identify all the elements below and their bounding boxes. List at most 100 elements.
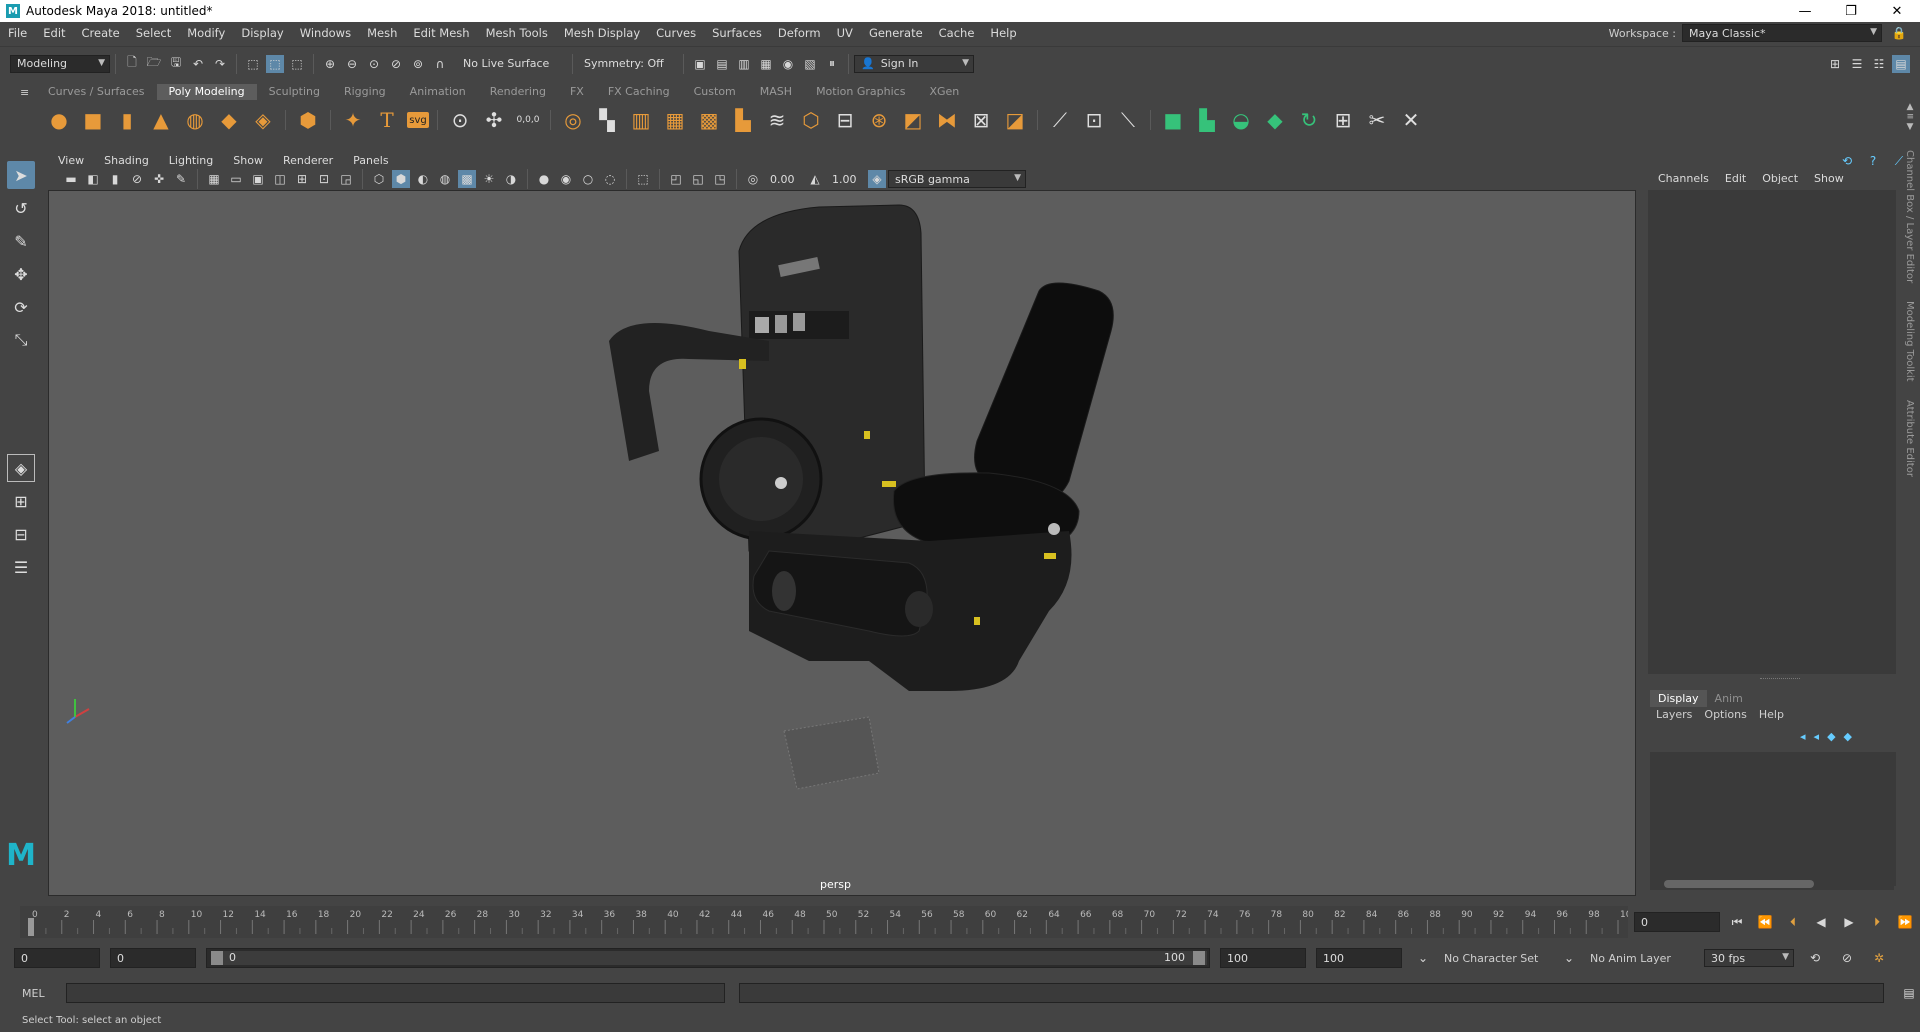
tab-anim[interactable]: Anim: [1707, 690, 1751, 707]
tab-fx[interactable]: FX: [558, 84, 596, 100]
channel-object-menu[interactable]: Object: [1754, 172, 1806, 185]
menu-file[interactable]: File: [0, 26, 35, 40]
step-forward-frame-icon[interactable]: ⏵: [1868, 913, 1886, 931]
single-view-icon[interactable]: ◈: [7, 454, 35, 482]
anim-layer-icon[interactable]: ⌄: [1560, 949, 1578, 967]
bevel-icon[interactable]: ⊟: [831, 106, 859, 134]
move-layer-up-icon[interactable]: ◂: [1800, 730, 1806, 743]
character-set-label[interactable]: No Character Set: [1444, 952, 1548, 965]
layer-scrollbar[interactable]: [1650, 880, 1894, 890]
menu-cache[interactable]: Cache: [931, 26, 983, 40]
soft-select-icon[interactable]: ✣: [480, 106, 508, 134]
viewport-menu-shading[interactable]: Shading: [94, 154, 159, 167]
viewport-menu-view[interactable]: View: [48, 154, 94, 167]
menu-mesh-display[interactable]: Mesh Display: [556, 26, 648, 40]
poly-disc-icon[interactable]: ◈: [249, 106, 277, 134]
extract-icon[interactable]: ▥: [627, 106, 655, 134]
snap-grid-icon[interactable]: ⊕: [321, 55, 339, 73]
exposure-icon[interactable]: ◎: [744, 170, 762, 188]
uv-spherical-icon[interactable]: ◒: [1227, 106, 1255, 134]
close-button[interactable]: ✕: [1874, 0, 1920, 22]
poly-cylinder-icon[interactable]: ▮: [113, 106, 141, 134]
select-hierarchy-icon[interactable]: ⬚: [244, 55, 262, 73]
poke-icon[interactable]: ⊠: [967, 106, 995, 134]
menu-select[interactable]: Select: [128, 26, 179, 40]
bridge-icon[interactable]: ≋: [763, 106, 791, 134]
anim-start-field[interactable]: 0: [14, 948, 100, 968]
channel-edit-menu[interactable]: Edit: [1717, 172, 1754, 185]
layer-help-menu[interactable]: Help: [1753, 708, 1790, 721]
menu-deform[interactable]: Deform: [770, 26, 829, 40]
menu-uv[interactable]: UV: [829, 26, 861, 40]
menu-edit-mesh[interactable]: Edit Mesh: [405, 26, 477, 40]
menu-display[interactable]: Display: [233, 26, 291, 40]
playback-end-field[interactable]: 100: [1220, 948, 1306, 968]
bookmark-icon[interactable]: ▮: [106, 170, 124, 188]
uv-cylindrical-icon[interactable]: ▙: [1193, 106, 1221, 134]
safe-action-icon[interactable]: ⊡: [315, 170, 333, 188]
tab-motion-graphics[interactable]: Motion Graphics: [804, 84, 917, 100]
render-current-icon[interactable]: ▣: [691, 55, 709, 73]
isolate-select-icon[interactable]: ⬚: [634, 170, 652, 188]
select-component-icon[interactable]: ⬚: [288, 55, 306, 73]
modeling-toolkit-icon[interactable]: ⊞: [1826, 55, 1844, 73]
ambient-occlusion-icon[interactable]: ●: [535, 170, 553, 188]
ipr-render-icon[interactable]: ▥: [735, 55, 753, 73]
shadows-icon[interactable]: ◑: [502, 170, 520, 188]
tab-modeling-toolkit[interactable]: Modeling Toolkit: [1904, 301, 1915, 382]
motion-blur-icon[interactable]: ◉: [557, 170, 575, 188]
animation-prefs-icon[interactable]: ✲: [1870, 949, 1888, 967]
snap-curve-icon[interactable]: ⊖: [343, 55, 361, 73]
menu-set-dropdown[interactable]: Modeling ▼: [10, 54, 110, 73]
command-input[interactable]: [65, 983, 726, 1003]
gamma-field[interactable]: 1.00: [826, 169, 866, 189]
tab-animation[interactable]: Animation: [398, 84, 478, 100]
new-layer-selected-icon[interactable]: ◆: [1844, 730, 1852, 743]
anti-alias-icon[interactable]: ○: [579, 170, 597, 188]
time-slider[interactable]: 0 2 4 6 8 10 12 14 16 18 20 22 24 26 28 30 32 34 36 38 40 42 4…: [20, 906, 1637, 938]
current-time-marker[interactable]: [28, 918, 34, 936]
extrude-icon[interactable]: ⬡: [797, 106, 825, 134]
range-slider[interactable]: 0 100: [206, 948, 1210, 968]
menu-mesh[interactable]: Mesh: [359, 26, 405, 40]
two-view-icon[interactable]: ⊟: [7, 520, 35, 548]
layers-menu[interactable]: Layers: [1650, 708, 1698, 721]
append-polygon-icon[interactable]: ◩: [899, 106, 927, 134]
tab-rendering[interactable]: Rendering: [478, 84, 558, 100]
tab-attribute-editor[interactable]: Attribute Editor: [1904, 400, 1915, 477]
uv-sew-icon[interactable]: ✕: [1397, 106, 1425, 134]
snap-point-icon[interactable]: ⊙: [365, 55, 383, 73]
smooth-shade-icon[interactable]: ⬢: [392, 170, 410, 188]
attribute-editor-icon[interactable]: ☰: [1848, 55, 1866, 73]
uv-contour-icon[interactable]: ↻: [1295, 106, 1323, 134]
panel-splitter[interactable]: [1760, 678, 1800, 680]
color-management-icon[interactable]: ◈: [868, 170, 886, 188]
resolution-gate-icon[interactable]: ▣: [249, 170, 267, 188]
maximize-button[interactable]: ❐: [1828, 0, 1874, 22]
sign-in-dropdown[interactable]: 👤 Sign In ▼: [854, 54, 974, 73]
wireframe-icon[interactable]: ⬡: [370, 170, 388, 188]
open-scene-icon[interactable]: 🗁: [145, 55, 163, 73]
minimize-button[interactable]: —: [1782, 0, 1828, 22]
poly-cone-icon[interactable]: ▲: [147, 106, 175, 134]
render-sequence-icon[interactable]: ▤: [713, 55, 731, 73]
render-settings-icon[interactable]: ▦: [757, 55, 775, 73]
new-scene-icon[interactable]: 🗋: [123, 55, 141, 73]
combine-icon[interactable]: ◎: [559, 106, 587, 134]
range-start-handle[interactable]: [211, 951, 223, 965]
shelf-options-icon[interactable]: ≡: [1906, 112, 1914, 122]
render-view-icon[interactable]: ▧: [801, 55, 819, 73]
two-d-pan-icon[interactable]: ✜: [150, 170, 168, 188]
menu-help[interactable]: Help: [982, 26, 1024, 40]
lights-icon[interactable]: ☀: [480, 170, 498, 188]
select-object-icon[interactable]: ⬚: [266, 54, 284, 73]
gate-mask-icon[interactable]: ◫: [271, 170, 289, 188]
outliner-icon[interactable]: ☰: [7, 553, 35, 581]
type-tool-icon[interactable]: T: [373, 106, 401, 134]
chamfer-icon[interactable]: ◪: [1001, 106, 1029, 134]
character-set-icon[interactable]: ⌄: [1414, 949, 1432, 967]
step-back-key-icon[interactable]: ⏪: [1756, 913, 1774, 931]
play-backwards-icon[interactable]: ◀: [1812, 913, 1830, 931]
viewport-menu-show[interactable]: Show: [223, 154, 273, 167]
svg-tool-icon[interactable]: svg: [407, 112, 429, 128]
